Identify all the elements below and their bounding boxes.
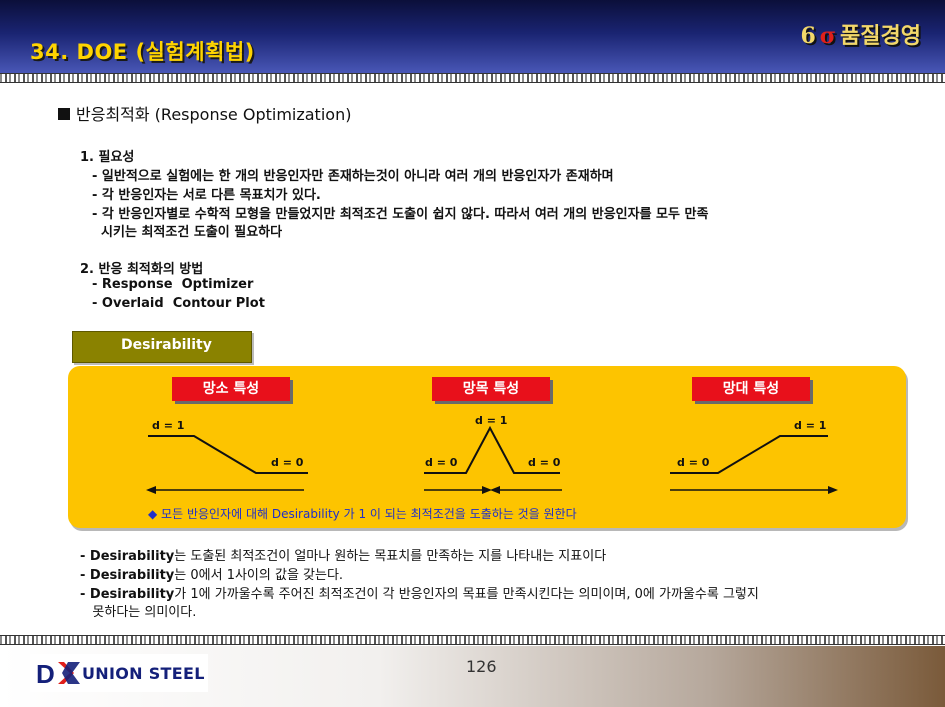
brand-text: 품질경영 <box>840 24 921 49</box>
arrow-right-icon <box>828 486 838 494</box>
section-heading: 반응최적화 (Response Optimization) <box>58 101 351 125</box>
need-line-1: - 일반적으로 실험에는 한 개의 반응인자만 존재하는것이 아니라 여러 개의… <box>92 169 614 184</box>
arrow-left-icon <box>146 486 156 494</box>
larger-d0-label: d = 0 <box>677 456 710 469</box>
method-item-2: - Overlaid Contour Plot <box>92 296 265 311</box>
need-line-3: - 각 반응인자별로 수학적 모형을 만들었지만 최적조건 도출이 쉽지 않다.… <box>92 207 709 222</box>
slide-title: 34. DOE (실험계획법) <box>30 40 255 64</box>
square-bullet-icon <box>58 108 70 120</box>
desirability-tab-label: Desirability <box>121 337 212 353</box>
desc-keyword: - Desirability <box>80 549 175 564</box>
desc-keyword: - Desirability <box>80 568 175 583</box>
desc-text: 가 1에 가까울수록 주어진 최적조건이 각 반응인자의 목표를 만족시킨다는 … <box>174 587 759 602</box>
brand-mark: 6 σ 품질경영 <box>800 18 921 50</box>
label-smaller-is-better: 망소 특성 <box>172 377 290 401</box>
arrow-left-icon <box>490 486 500 494</box>
methods-heading: 2. 반응 최적화의 방법 <box>80 262 204 277</box>
desc-line-3: - Desirability가 1에 가까울수록 주어진 최적조건이 각 반응인… <box>80 583 759 602</box>
need-line-4: 시키는 최적조건 도출이 필요하다 <box>92 225 283 240</box>
method-item-1: - Response Optimizer <box>92 277 254 292</box>
desc-line-1: - Desirability는 도출된 최적조건이 얼마나 원하는 목표치를 만… <box>80 545 606 564</box>
brand-number: 6 <box>800 23 816 49</box>
page-number: 126 <box>466 657 497 676</box>
target-d0-left-label: d = 0 <box>425 456 458 469</box>
sigma-symbol: σ <box>819 23 837 49</box>
desirability-tab: Desirability <box>72 331 252 363</box>
smaller-d1-label: d = 1 <box>152 419 185 432</box>
panel-note: ◆ 모든 반응인자에 대해 Desirability 가 1 이 되는 최적조건… <box>148 507 577 521</box>
target-d1-label: d = 1 <box>475 414 508 427</box>
desc-line-4: 못하다는 의미이다. <box>80 601 196 620</box>
need-line-2: - 각 반응인자는 서로 다른 목표치가 있다. <box>92 188 321 203</box>
need-heading: 1. 필요성 <box>80 150 135 165</box>
desc-keyword: - Desirability <box>80 587 175 602</box>
desc-text: 는 도출된 최적조건이 얼마나 원하는 목표치를 만족하는 지를 나타내는 지표… <box>174 549 607 564</box>
svg-text:D: D <box>36 659 55 689</box>
company-name: UNION STEEL <box>82 664 205 683</box>
target-d0-right-label: d = 0 <box>528 456 561 469</box>
smaller-d0-label: d = 0 <box>271 456 304 469</box>
larger-d1-label: d = 1 <box>794 419 827 432</box>
header-bar: 34. DOE (실험계획법) 6 σ 품질경영 <box>0 0 945 74</box>
company-logo: D UNION STEEL <box>30 654 208 692</box>
desc-line-2: - Desirability는 0에서 1사이의 값을 갖는다. <box>80 564 343 583</box>
dk-logo-icon: D <box>36 659 80 689</box>
desc-text: 못하다는 의미이다. <box>80 605 197 620</box>
section-heading-text: 반응최적화 (Response Optimization) <box>76 105 352 124</box>
desc-text: 는 0에서 1사이의 값을 갖는다. <box>174 568 344 583</box>
label-target-is-best: 망목 특성 <box>432 377 550 401</box>
label-larger-is-better: 망대 특성 <box>692 377 810 401</box>
footer-border-band <box>0 635 945 645</box>
header-border-band <box>0 73 945 83</box>
